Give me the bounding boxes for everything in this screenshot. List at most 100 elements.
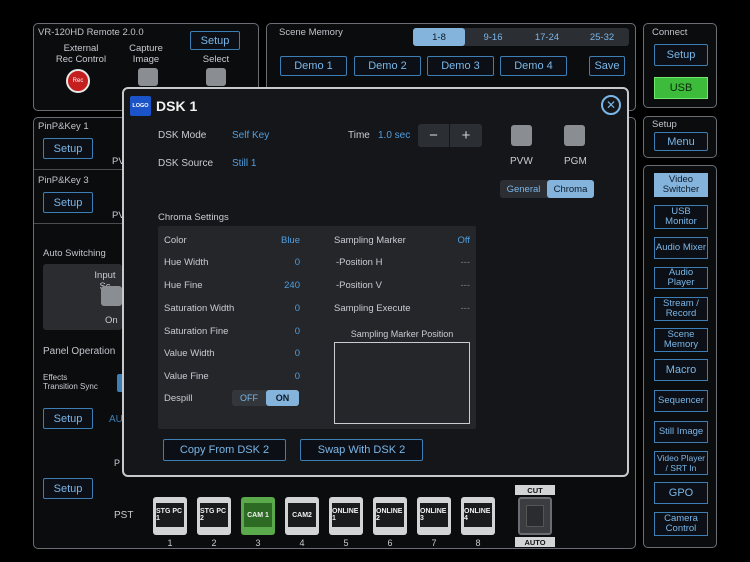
usb-button[interactable]: USB xyxy=(654,77,708,99)
despill-on-option[interactable]: ON xyxy=(266,390,299,406)
demo-1-button[interactable]: Demo 1 xyxy=(280,56,347,76)
pinp-key-3-setup-button[interactable]: Setup xyxy=(43,192,93,213)
bottom-setup-button[interactable]: Setup xyxy=(43,478,93,499)
value-width-value[interactable]: 0 xyxy=(260,348,300,359)
dsk-source-value[interactable]: Still 1 xyxy=(232,158,256,169)
pst-button-8[interactable]: ONLINE 4 xyxy=(461,497,495,535)
pst-number-8: 8 xyxy=(475,538,481,548)
scene-memory-tabs: 1-8 9-16 17-24 25-32 xyxy=(413,28,629,46)
tab-25-32[interactable]: 25-32 xyxy=(575,28,629,46)
capture-image-button[interactable] xyxy=(138,68,158,86)
pst-button-label: ONLINE 2 xyxy=(376,503,404,527)
value-fine-label: Value Fine xyxy=(164,371,209,382)
pvw-label: PVW xyxy=(510,156,533,167)
pst-button-4[interactable]: CAM2 xyxy=(285,497,319,535)
cut-auto-button[interactable] xyxy=(518,497,552,535)
cut-auto-button-face xyxy=(526,505,544,527)
dsk-mode-label: DSK Mode xyxy=(158,130,207,141)
saturation-fine-label: Saturation Fine xyxy=(164,326,229,337)
sidebar-item-gpo[interactable]: GPO xyxy=(654,482,708,504)
tab-general[interactable]: General xyxy=(500,180,547,198)
pgm-button[interactable] xyxy=(564,125,585,146)
pst-button-label: ONLINE 1 xyxy=(332,503,360,527)
hue-width-value[interactable]: 0 xyxy=(260,257,300,268)
swap-with-dsk-2-button[interactable]: Swap With DSK 2 xyxy=(300,439,423,461)
despill-label: Despill xyxy=(164,393,193,404)
logo-icon: LOGO xyxy=(130,96,151,116)
dsk-mode-value[interactable]: Self Key xyxy=(232,130,269,141)
connect-panel: Connect Setup USB xyxy=(643,23,717,108)
close-icon[interactable]: ✕ xyxy=(601,95,621,115)
pst-button-label: STG PC 2 xyxy=(200,503,228,527)
sidebar-item-still-image[interactable]: Still Image xyxy=(654,421,708,443)
sampling-marker-value[interactable]: Off xyxy=(430,235,471,246)
sidebar-item-scene-memory[interactable]: Scene Memory xyxy=(654,328,708,352)
input-scan-on-label: On xyxy=(105,315,118,326)
input-scan-button[interactable] xyxy=(101,286,122,306)
despill-toggle[interactable]: OFF ON xyxy=(232,390,299,406)
saturation-width-value[interactable]: 0 xyxy=(260,303,300,314)
sidebar-item-stream-record[interactable]: Stream / Record xyxy=(654,297,708,321)
dialog-title: DSK 1 xyxy=(156,98,198,114)
sampling-marker-label: Sampling Marker xyxy=(334,235,406,246)
pinp-key-1-setup-button[interactable]: Setup xyxy=(43,138,93,159)
pvw-button[interactable] xyxy=(511,125,532,146)
time-increase-button[interactable]: + xyxy=(450,124,482,147)
setup-panel: Setup Menu xyxy=(643,116,717,158)
tab-1-8[interactable]: 1-8 xyxy=(413,28,465,46)
remote-title: VR-120HD Remote 2.0.0 xyxy=(38,27,144,38)
pgm-label: PGM xyxy=(564,156,587,167)
demo-2-button[interactable]: Demo 2 xyxy=(354,56,421,76)
color-value[interactable]: Blue xyxy=(260,235,300,246)
sidebar-item-video-switcher[interactable]: Video Switcher xyxy=(654,173,708,197)
connect-setup-button[interactable]: Setup xyxy=(654,44,708,66)
time-label: Time xyxy=(348,130,370,141)
sidebar-item-camera-control[interactable]: Camera Control xyxy=(654,512,708,536)
pst-button-6[interactable]: ONLINE 2 xyxy=(373,497,407,535)
sampling-marker-position-area[interactable] xyxy=(334,342,470,424)
pst-number-5: 5 xyxy=(343,538,349,548)
pst-button-label: CAM2 xyxy=(288,503,316,527)
pst-number-7: 7 xyxy=(431,538,437,548)
saturation-fine-value[interactable]: 0 xyxy=(260,326,300,337)
panel-operation-setup-button[interactable]: Setup xyxy=(43,408,93,429)
color-label: Color xyxy=(164,235,187,246)
pst-button-3[interactable]: CAM 1 xyxy=(241,497,275,535)
select-button[interactable] xyxy=(206,68,226,86)
sidebar-item-usb-monitor[interactable]: USB Monitor xyxy=(654,205,708,229)
save-button[interactable]: Save xyxy=(589,56,625,76)
demo-4-button[interactable]: Demo 4 xyxy=(500,56,567,76)
p-label: P xyxy=(114,458,121,468)
effects-transition-sync-label: Effects Transition Sync xyxy=(43,373,98,391)
time-stepper: − + xyxy=(418,124,482,147)
pst-button-5[interactable]: ONLINE 1 xyxy=(329,497,363,535)
pst-number-4: 4 xyxy=(299,538,305,548)
copy-from-dsk-2-button[interactable]: Copy From DSK 2 xyxy=(163,439,286,461)
tab-chroma[interactable]: Chroma xyxy=(547,180,594,198)
remote-setup-button[interactable]: Setup xyxy=(190,31,240,50)
pst-label: PST xyxy=(114,510,134,521)
sidebar-item-audio-mixer[interactable]: Audio Mixer xyxy=(654,237,708,259)
pst-button-7[interactable]: ONLINE 3 xyxy=(417,497,451,535)
position-v-value: --- xyxy=(460,280,471,291)
value-fine-value[interactable]: 0 xyxy=(260,371,300,382)
sidebar-item-audio-player[interactable]: Audio Player xyxy=(654,267,708,289)
pst-number-1: 1 xyxy=(167,538,173,548)
time-value: 1.0 sec xyxy=(378,130,411,141)
sidebar-item-macro[interactable]: Macro xyxy=(654,359,708,381)
external-rec-label: External Rec Control xyxy=(55,43,107,65)
despill-off-option[interactable]: OFF xyxy=(232,390,266,406)
capture-image-label: Capture Image xyxy=(129,43,163,65)
tab-9-16[interactable]: 9-16 xyxy=(467,28,519,46)
tab-17-24[interactable]: 17-24 xyxy=(521,28,573,46)
hue-fine-value[interactable]: 240 xyxy=(260,280,300,291)
cut-label: CUT xyxy=(515,485,555,495)
sidebar-item-video-player[interactable]: Video Player / SRT In xyxy=(654,451,708,475)
demo-3-button[interactable]: Demo 3 xyxy=(427,56,494,76)
pst-button-2[interactable]: STG PC 2 xyxy=(197,497,231,535)
sidebar-item-sequencer[interactable]: Sequencer xyxy=(654,390,708,412)
pst-button-1[interactable]: STG PC 1 xyxy=(153,497,187,535)
time-decrease-button[interactable]: − xyxy=(418,124,450,147)
menu-button[interactable]: Menu xyxy=(654,132,708,151)
rec-button[interactable]: Rec xyxy=(66,69,90,93)
